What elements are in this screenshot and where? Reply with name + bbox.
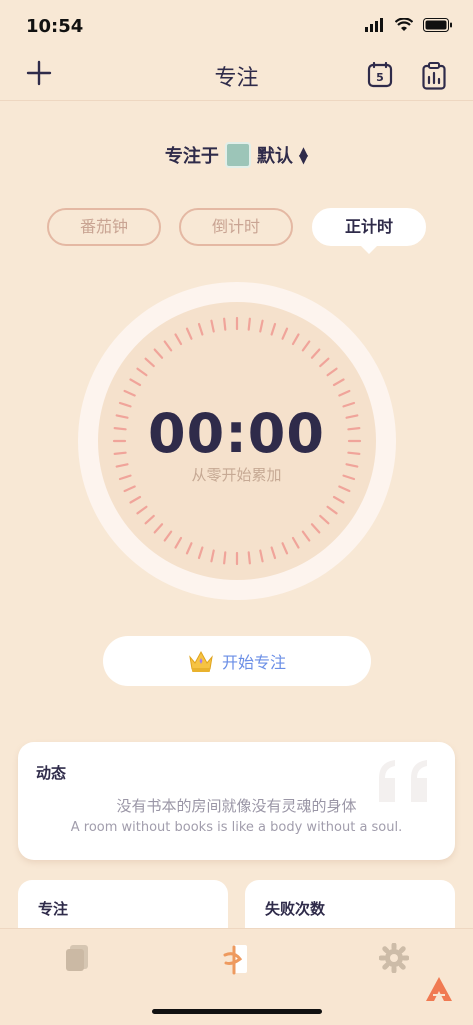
tab-records[interactable] <box>62 943 92 977</box>
wifi-icon <box>395 18 413 31</box>
failure-stat-title: 失败次数 <box>265 900 326 918</box>
status-time: 10:54 <box>26 16 84 37</box>
dial-tick <box>332 378 345 387</box>
tab-stopwatch[interactable]: 正计时 <box>312 208 426 246</box>
quote-chinese: 没有书本的房间就像没有灵魂的身体 <box>116 797 357 815</box>
dial-tick <box>310 523 321 534</box>
tab-pomodoro[interactable]: 番茄钟 <box>47 208 161 246</box>
calendar-day: 5 <box>376 71 384 84</box>
dial-tick <box>326 505 338 515</box>
app-logo <box>424 975 454 1007</box>
dial-tick <box>301 340 311 352</box>
focus-target-selector[interactable]: 专注于 默认 ▲ ▼ <box>0 142 473 168</box>
tab-countdown[interactable]: 倒计时 <box>179 208 293 246</box>
tab-pointer <box>361 246 377 254</box>
activity-card-title: 动态 <box>36 764 67 782</box>
dial-tick <box>270 322 277 336</box>
dial-tick <box>210 319 215 333</box>
nav-divider <box>0 100 473 101</box>
dial-tick <box>174 536 183 549</box>
page-title: 专注 <box>214 66 259 91</box>
dial-tick <box>153 523 164 534</box>
signal-icon <box>365 18 383 32</box>
dial-tick <box>247 551 251 565</box>
dial-tick <box>223 551 227 565</box>
calendar-icon: 5 <box>367 61 393 88</box>
focus-prefix: 专注于 <box>164 146 219 167</box>
activity-card: 动态 没有书本的房间就像没有灵魂的身体 A room without books… <box>18 742 455 860</box>
home-indicator <box>152 1009 322 1014</box>
tab-focus[interactable] <box>222 943 250 979</box>
status-icons <box>365 18 453 32</box>
dial-tick <box>319 357 330 368</box>
dial-tick <box>332 495 345 504</box>
timer-subtitle: 从零开始累加 <box>191 466 282 484</box>
start-focus-button[interactable]: 开始专注 <box>103 636 371 686</box>
calendar-button[interactable]: 5 <box>367 61 393 92</box>
dial-tick <box>129 495 142 504</box>
crown-icon <box>189 650 213 672</box>
battery-icon <box>423 18 452 32</box>
dial-tick <box>281 327 289 340</box>
dial-tick <box>144 357 155 368</box>
updown-chevron-icon: ▲ ▼ <box>298 144 309 166</box>
dial-tick <box>144 514 155 525</box>
dial-tick <box>174 333 183 346</box>
dial-tick <box>210 549 215 563</box>
tab-settings[interactable] <box>378 942 410 977</box>
dial-tick <box>281 542 289 555</box>
dial-tick <box>123 389 136 397</box>
dial-tick <box>185 327 193 340</box>
dial-tick <box>197 546 204 560</box>
dial-tick <box>259 319 264 333</box>
dial-tick <box>301 530 311 542</box>
logo-icon <box>426 977 452 1001</box>
dial-tick <box>163 340 173 352</box>
clipboard-chart-icon <box>422 62 446 90</box>
dial-tick <box>259 549 264 563</box>
dial-tick <box>291 333 300 346</box>
dial-tick <box>153 348 164 359</box>
dial-tick <box>247 317 251 331</box>
records-icon <box>66 945 88 971</box>
tag-color-icon <box>224 142 251 168</box>
dial-tick <box>123 485 136 493</box>
start-focus-label: 开始专注 <box>221 653 286 672</box>
dial-tick <box>319 514 330 525</box>
dial-tick <box>136 505 148 515</box>
quote-english: A room without books is like a body with… <box>70 820 403 835</box>
dial-tick <box>136 367 148 377</box>
timer-display: 00:00 <box>148 402 325 465</box>
dial-tick <box>338 389 351 397</box>
dial-tick <box>223 317 227 331</box>
dial-tick <box>185 542 193 555</box>
dial-tick <box>291 536 300 549</box>
focus-stat-title: 专注 <box>38 900 69 918</box>
gear-icon <box>378 942 410 974</box>
focus-tag-label: 默认 <box>256 146 293 167</box>
dial-tick <box>338 485 351 493</box>
dial-tick <box>129 378 142 387</box>
dial-tick <box>197 322 204 336</box>
dial-tick <box>326 367 338 377</box>
dial-tick <box>163 530 173 542</box>
dial-tick <box>310 348 321 359</box>
statistics-button[interactable] <box>422 62 446 94</box>
dial-tick <box>270 546 277 560</box>
focus-tab-icon <box>223 945 247 975</box>
